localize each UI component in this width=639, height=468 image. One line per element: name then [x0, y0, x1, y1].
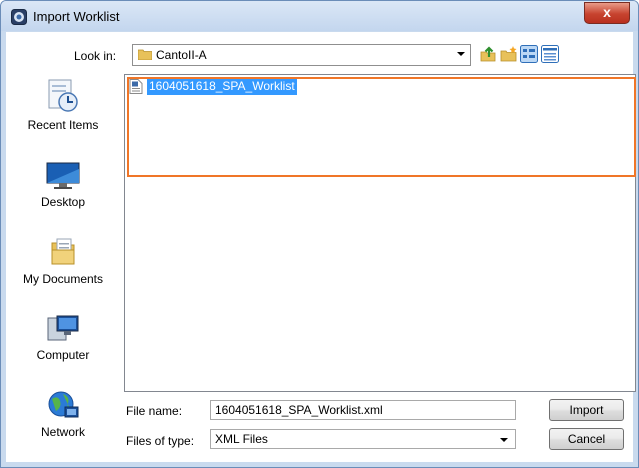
cancel-button[interactable]: Cancel	[549, 428, 624, 450]
desktop-icon	[46, 162, 80, 189]
place-my-documents[interactable]: My Documents	[8, 236, 118, 286]
details-view-icon[interactable]	[541, 45, 559, 63]
look-in-value: CantoII-A	[156, 48, 207, 62]
recent-items-icon	[48, 79, 78, 112]
place-label: Computer	[36, 348, 90, 362]
close-button[interactable]: x	[584, 2, 630, 24]
look-in-label: Look in:	[74, 49, 117, 63]
place-network[interactable]: Network	[8, 389, 118, 439]
file-type-value: XML Files	[215, 432, 268, 446]
folder-icon	[138, 49, 152, 60]
place-recent-items[interactable]: Recent Items	[8, 76, 118, 132]
import-worklist-dialog: Import Worklist x Look in: CantoII-A Rec…	[0, 0, 639, 468]
dialog-title: Import Worklist	[33, 9, 120, 24]
place-label: My Documents	[22, 272, 104, 286]
new-folder-icon[interactable]	[500, 45, 518, 63]
my-documents-icon	[51, 238, 75, 265]
files-of-type-label: Files of type:	[126, 434, 195, 448]
highlight-box	[127, 77, 636, 177]
list-view-icon[interactable]	[520, 45, 538, 63]
place-label: Recent Items	[27, 118, 99, 132]
look-in-combobox[interactable]: CantoII-A	[132, 44, 471, 66]
up-folder-icon[interactable]	[479, 45, 497, 63]
file-name-input[interactable]: 1604051618_SPA_Worklist.xml	[210, 400, 516, 420]
title-bar[interactable]: Import Worklist x	[1, 1, 638, 31]
file-name-label: File name:	[126, 404, 183, 418]
place-label: Desktop	[40, 195, 86, 209]
place-label: Network	[40, 425, 85, 439]
place-computer[interactable]: Computer	[8, 314, 118, 362]
computer-icon	[47, 315, 79, 341]
app-icon	[11, 9, 27, 25]
import-button[interactable]: Import	[549, 399, 624, 421]
chevron-down-icon[interactable]	[500, 438, 508, 442]
chevron-down-icon[interactable]	[457, 52, 465, 56]
file-type-select[interactable]: XML Files	[210, 429, 516, 449]
places-bar: Recent Items Desktop My Documents Comput…	[8, 76, 118, 451]
place-desktop[interactable]: Desktop	[8, 161, 118, 209]
network-icon	[48, 391, 79, 418]
close-icon: x	[603, 4, 611, 20]
